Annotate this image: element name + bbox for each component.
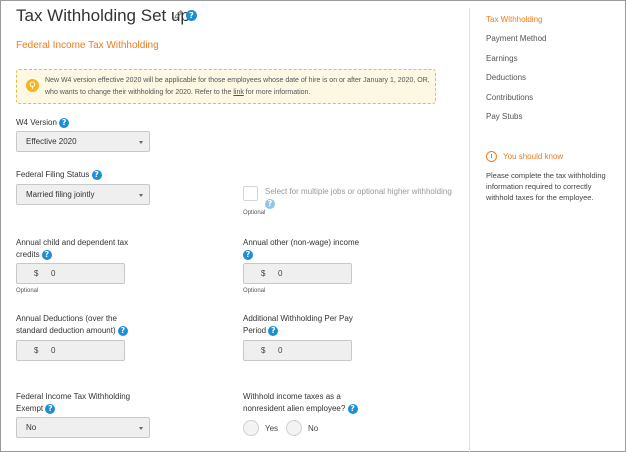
multiple-jobs-optional: Optional bbox=[243, 210, 266, 216]
sidebar-item-tax-withholding[interactable]: Tax Withholding bbox=[486, 15, 542, 24]
deductions-label: Annual Deductions (over the standard dedu… bbox=[16, 313, 128, 337]
other-income-input[interactable]: $0 bbox=[243, 263, 352, 284]
other-income-optional: Optional bbox=[243, 288, 266, 294]
alert-link[interactable]: link bbox=[233, 89, 244, 96]
multiple-jobs-checkbox[interactable] bbox=[243, 186, 258, 201]
nonresident-help-icon[interactable]: ? bbox=[347, 404, 358, 414]
sidebar-item-pay-stubs[interactable]: Pay Stubs bbox=[486, 112, 522, 121]
w4-version-label: W4 Version ? bbox=[16, 117, 70, 129]
additional-withholding-label: Additional Withholding Per Pay Period ? bbox=[243, 314, 353, 336]
filing-status-select[interactable]: Married filing jointly bbox=[16, 184, 150, 205]
sidebar-item-contributions[interactable]: Contributions bbox=[486, 93, 533, 102]
alert-text: New W4 version effective 2020 will be ap… bbox=[45, 77, 430, 96]
nonresident-yes-label: Yes bbox=[265, 424, 279, 433]
title-help-icon[interactable]: ? bbox=[186, 10, 197, 21]
exclamation-circle-icon bbox=[486, 151, 497, 162]
main-panel: Tax Withholding Set up ? Federal Income … bbox=[0, 0, 469, 452]
pencil-icon[interactable] bbox=[173, 9, 184, 20]
page-title: Tax Withholding Set up bbox=[16, 6, 190, 25]
sidebar-item-payment-method[interactable]: Payment Method bbox=[486, 34, 546, 43]
exempt-label: Federal Income Tax Withholding Exempt ? bbox=[16, 392, 131, 414]
exempt-select[interactable]: No bbox=[16, 417, 150, 438]
nonresident-yes-radio[interactable] bbox=[243, 420, 259, 436]
deductions-help-icon[interactable]: ? bbox=[117, 326, 128, 336]
filing-status-label: Federal Filing Status ? bbox=[16, 169, 102, 181]
chevron-down-icon bbox=[139, 141, 143, 144]
filing-status-help-icon[interactable]: ? bbox=[91, 170, 102, 180]
exempt-help-icon[interactable]: ? bbox=[45, 404, 56, 414]
nonresident-label: Withhold income taxes as a nonresident al… bbox=[243, 391, 358, 415]
w4-version-select[interactable]: Effective 2020 bbox=[16, 131, 150, 152]
lightbulb-icon bbox=[26, 79, 39, 92]
info-text: Please complete the tax withholding info… bbox=[486, 171, 606, 202]
w4-version-help-icon[interactable]: ? bbox=[59, 118, 70, 128]
dependent-credits-help-icon[interactable]: ? bbox=[41, 250, 52, 260]
multiple-jobs-label: Select for multiple jobs or optional hig… bbox=[265, 187, 452, 209]
additional-withholding-help-icon[interactable]: ? bbox=[268, 326, 279, 336]
sidebar-item-deductions[interactable]: Deductions bbox=[486, 73, 526, 82]
sidebar-divider bbox=[469, 8, 470, 452]
chevron-down-icon bbox=[139, 427, 143, 430]
dependent-credits-input[interactable]: $0 bbox=[16, 263, 125, 284]
other-income-label: Annual other (non-wage) income? bbox=[243, 238, 360, 260]
other-income-help-icon[interactable]: ? bbox=[243, 250, 253, 260]
sidebar-item-earnings[interactable]: Earnings bbox=[486, 54, 518, 63]
nonresident-no-label: No bbox=[308, 424, 319, 433]
chevron-down-icon bbox=[139, 194, 143, 197]
dependent-credits-optional: Optional bbox=[16, 288, 39, 294]
nonresident-no-radio[interactable] bbox=[286, 420, 302, 436]
w4-alert: New W4 version effective 2020 will be ap… bbox=[16, 69, 436, 104]
additional-withholding-input[interactable]: $0 bbox=[243, 340, 352, 361]
multiple-jobs-help-icon[interactable]: ? bbox=[265, 199, 275, 209]
dependent-credits-label: Annual child and dependent tax credits ? bbox=[16, 238, 129, 260]
section-heading: Federal Income Tax Withholding bbox=[16, 40, 159, 51]
deductions-input[interactable]: $0 bbox=[16, 340, 125, 361]
info-title: You should know bbox=[503, 152, 564, 161]
